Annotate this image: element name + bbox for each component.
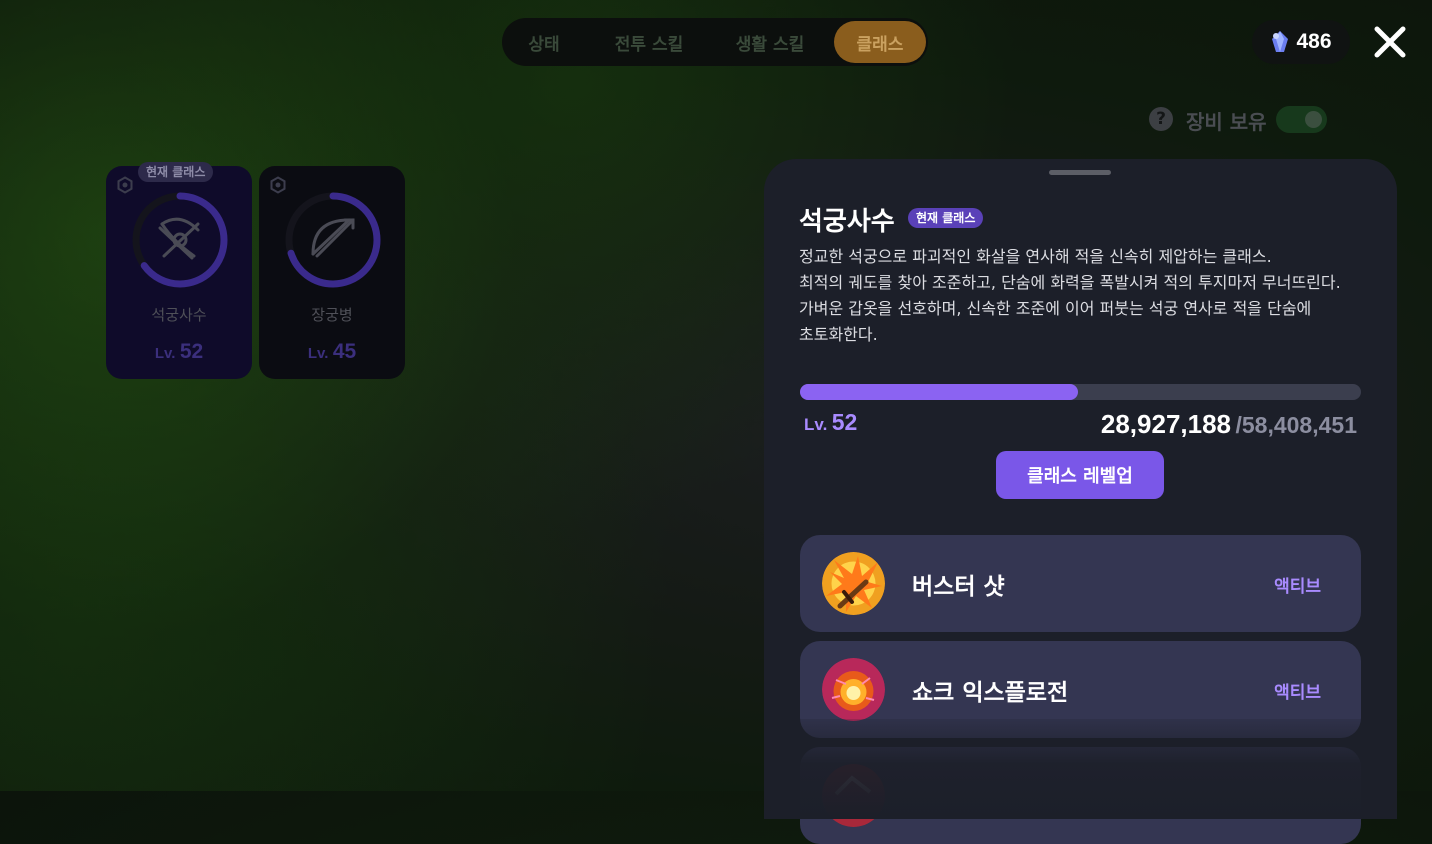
level-prefix: Lv.: [154, 345, 176, 362]
description-line: 가벼운 갑옷을 선호하며, 신속한 조준에 이어 퍼붓는 석궁 연사로 적을 단…: [799, 299, 1312, 318]
xp-progress-bar: [800, 384, 1361, 400]
class-title: 석궁사수: [799, 207, 895, 237]
class-detail-panel: 석궁사수 현재 클래스 정교한 석궁으로 파괴적인 화살을 연사해 적을 신속히…: [764, 159, 1397, 844]
close-icon[interactable]: [1372, 24, 1408, 60]
skill-row-buster-shot[interactable]: 버스터 샷 액티브: [800, 535, 1361, 632]
tab-combat-skills[interactable]: 전투 스킬: [586, 21, 712, 63]
gem-icon: [1272, 31, 1289, 52]
level-prefix: Lv.: [804, 415, 828, 434]
level-number: 45: [332, 340, 357, 363]
scroll-fade: [764, 719, 1397, 819]
currency-value: 486: [1296, 30, 1332, 53]
level-number: 52: [831, 409, 858, 435]
class-level: Lv. 52: [804, 409, 857, 436]
class-level-ring: [285, 192, 381, 288]
class-levelup-button[interactable]: 클래스 레벨업: [996, 451, 1164, 499]
crossbow-icon: [158, 217, 200, 260]
class-card-name: 석궁사수: [151, 306, 207, 324]
skill-type: 액티브: [1274, 577, 1321, 597]
tab-status[interactable]: 상태: [502, 21, 586, 63]
class-card-level: Lv. 45: [259, 340, 405, 364]
xp-text: 28,927,188 /58,408,451: [1101, 409, 1357, 440]
tab-life-skills[interactable]: 생활 스킬: [712, 21, 828, 63]
level-number: 52: [179, 340, 204, 363]
description-line: 최적의 궤도를 찾아 조준하고, 단숨에 화력을 폭발시켜 적의 투지마저 무너…: [799, 273, 1341, 292]
class-card-crossbowman[interactable]: 현재 클래스 석궁사수 Lv. 52: [106, 162, 252, 379]
class-level-ring: [132, 192, 228, 288]
description-line: 초토화한다.: [799, 325, 878, 344]
current-class-badge: 현재 클래스: [908, 208, 984, 228]
class-card-level: Lv. 52: [106, 340, 252, 364]
level-prefix: Lv.: [307, 345, 329, 362]
xp-current: 28,927,188: [1100, 409, 1232, 439]
current-class-badge: 현재 클래스: [138, 162, 214, 182]
equipment-holding-label: 장비 보유: [1186, 110, 1267, 134]
xp-max: /58,408,451: [1235, 412, 1357, 438]
toggle-knob: [1305, 111, 1322, 128]
xp-progress-fill: [800, 384, 1078, 400]
skill-name: 버스터 샷: [912, 574, 1005, 600]
longbow-icon: [311, 218, 355, 258]
buster-shot-icon: [822, 552, 885, 615]
currency-display: 486: [1252, 20, 1350, 64]
skill-type: 액티브: [1274, 683, 1321, 703]
question-icon[interactable]: ?: [1149, 107, 1173, 131]
skill-name: 쇼크 익스플로전: [912, 680, 1069, 706]
class-description: 정교한 석궁으로 파괴적인 화살을 연사해 적을 신속히 제압하는 클래스. 최…: [799, 244, 1369, 348]
shock-explosion-icon: [822, 658, 885, 721]
tab-class[interactable]: 클래스: [834, 21, 926, 63]
drag-handle[interactable]: [1049, 170, 1111, 175]
description-line: 정교한 석궁으로 파괴적인 화살을 연사해 적을 신속히 제압하는 클래스.: [799, 247, 1272, 266]
tab-bar: 상태 전투 스킬 생활 스킬 클래스: [502, 18, 928, 66]
equipment-holding-toggle[interactable]: [1276, 106, 1327, 133]
class-card-longbowman[interactable]: 장궁병 Lv. 45: [259, 166, 405, 379]
class-card-name: 장궁병: [311, 306, 353, 324]
